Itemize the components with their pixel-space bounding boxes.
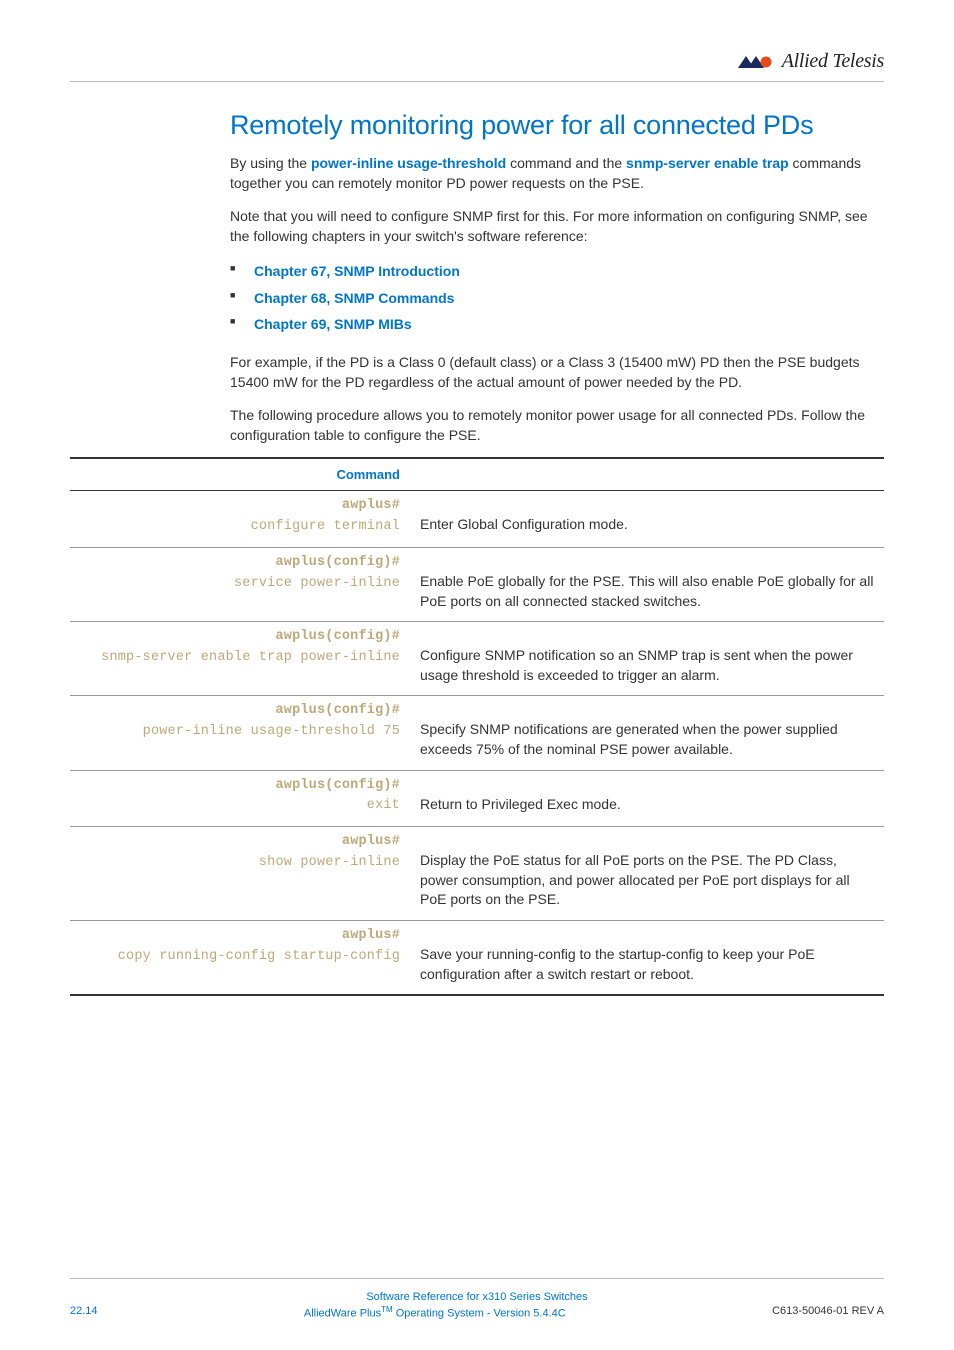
command-ref-link[interactable]: power-inline usage-threshold [311,155,506,171]
brand-name: Allied Telesis [782,50,884,73]
page-footer: Software Reference for x310 Series Switc… [70,1278,884,1320]
column-header-description [410,458,884,491]
cli-command: exit [70,797,400,816]
cli-prompt: awplus# [70,497,400,516]
cli-command: snmp-server enable trap power-inline [70,649,400,668]
list-item: Chapter 67, SNMP Introduction [230,258,884,285]
table-row: awplus(config)#exit Return to Privileged… [70,770,884,827]
text: By using the [230,155,311,171]
table-row: awplus# configure terminal Enter Global C… [70,491,884,548]
table-row: awplus(config)# snmp-server enable trap p… [70,622,884,696]
command-description: Return to Privileged Exec mode. [410,770,884,827]
intro-paragraph-1: By using the power-inline usage-threshol… [230,153,884,194]
command-description: Save your running-config to the startup-… [410,921,884,996]
command-description: Display the PoE status for all PoE ports… [410,827,884,921]
trademark-symbol: TM [381,1305,393,1314]
cli-command: show power-inline [70,854,400,873]
page-header: Allied Telesis [70,50,884,82]
text: command and the [506,155,626,171]
list-item: Chapter 69, SNMP MIBs [230,311,884,338]
cli-command: service power-inline [70,575,400,594]
cli-prompt: awplus(config)# [70,777,400,796]
procedure-paragraph: The following procedure allows you to re… [230,405,884,446]
cli-prompt: awplus(config)# [70,702,400,721]
brand-logo: Allied Telesis [738,50,884,73]
table-row: awplus# copy running-config startup-confi… [70,921,884,996]
chapter-link[interactable]: Chapter 69, SNMP MIBs [254,316,412,332]
chapter-link[interactable]: Chapter 67, SNMP Introduction [254,263,460,279]
list-item: Chapter 68, SNMP Commands [230,285,884,312]
text: Operating System - Version 5.4.4C [393,1308,566,1320]
chapter-link[interactable]: Chapter 68, SNMP Commands [254,290,454,306]
table-row: awplus(config)# power-inline usage-thresh… [70,696,884,770]
cli-prompt: awplus(config)# [70,628,400,647]
command-table: Command awplus# configure terminal Enter … [70,457,884,996]
page-title: Remotely monitoring power for all connec… [230,110,884,141]
intro-paragraph-2: Note that you will need to configure SNM… [230,206,884,247]
text: AlliedWare Plus [304,1308,381,1320]
command-description: Configure SNMP notification so an SNMP t… [410,622,884,696]
footer-product: AlliedWare PlusTM Operating System - Ver… [98,1305,773,1320]
example-paragraph: For example, if the PD is a Class 0 (def… [230,352,884,393]
allied-telesis-icon [738,54,776,70]
cli-command: copy running-config startup-config [70,948,400,967]
column-header-command: Command [70,458,410,491]
main-content: Remotely monitoring power for all connec… [230,110,884,996]
cli-prompt: awplus(config)# [70,554,400,573]
document-id: C613-50046-01 REV A [772,1305,884,1320]
command-description: Enable PoE globally for the PSE. This wi… [410,547,884,621]
command-description: Enter Global Configuration mode. [410,491,884,548]
command-ref-link[interactable]: snmp-server enable trap [626,155,789,171]
table-row: awplus(config)# service power-inline Enab… [70,547,884,621]
cli-prompt: awplus# [70,927,400,946]
table-row: awplus# show power-inline Display the PoE… [70,827,884,921]
chapter-links-list: Chapter 67, SNMP Introduction Chapter 68… [230,258,884,338]
cli-command: power-inline usage-threshold 75 [70,723,400,742]
page-number: 22.14 [70,1305,98,1320]
cli-prompt: awplus# [70,833,400,852]
cli-command: configure terminal [70,518,400,537]
footer-title: Software Reference for x310 Series Switc… [70,1291,884,1303]
command-description: Specify SNMP notifications are generated… [410,696,884,770]
